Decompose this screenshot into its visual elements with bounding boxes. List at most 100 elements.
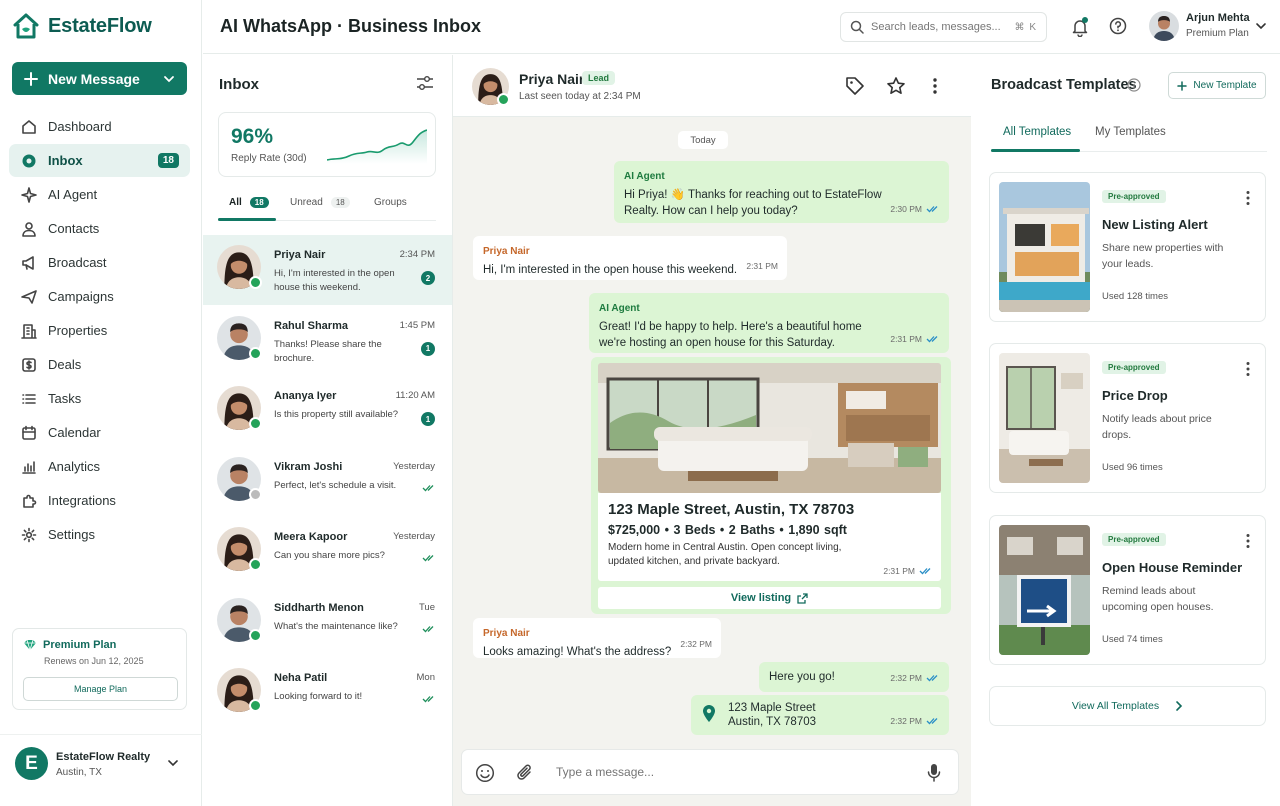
message-meta: 2:30 PM <box>890 201 940 217</box>
message-bubble-incoming[interactable]: Priya Nair Looks amazing! What's the add… <box>473 618 721 658</box>
inbox-icon <box>22 154 36 167</box>
listing-card[interactable]: 123 Maple Street, Austin, TX 78703 $725,… <box>591 357 951 614</box>
last-seen: Last seen today at 2:34 PM <box>519 91 641 102</box>
message-time: 2:31 PM <box>746 261 778 271</box>
sidebar-item-inbox[interactable]: Inbox 18 <box>9 144 190 177</box>
chevron-down-icon[interactable] <box>163 73 175 85</box>
sidebar-item-calendar[interactable]: Calendar <box>9 416 190 449</box>
template-thumbnail <box>999 353 1090 483</box>
double-check-icon <box>926 675 938 682</box>
brand-logo[interactable]: EstateFlow <box>12 12 152 40</box>
conversation-item[interactable]: Vikram Joshi Yesterday Perfect, let's sche… <box>203 447 452 517</box>
tab-label: Unread <box>290 197 323 208</box>
whatsapp-status-icon <box>249 276 262 289</box>
sidebar-item-label: Properties <box>48 323 108 338</box>
reply-rate-value: 96% <box>231 125 274 148</box>
tab-groups[interactable]: Groups <box>374 197 407 208</box>
sidebar-item-analytics[interactable]: Analytics <box>9 450 190 483</box>
sidebar-item-label: Deals <box>48 357 82 372</box>
sidebar-item-ai-agent[interactable]: AI Agent <box>9 178 190 211</box>
message-bubble-outgoing[interactable]: Here you go! 2:32 PM <box>759 662 949 692</box>
contact-name: Ananya Iyer <box>274 390 337 402</box>
tab-all[interactable]: All 18 <box>229 197 269 208</box>
sidebar-item-tasks[interactable]: Tasks <box>9 382 190 415</box>
message-time: Yesterday <box>393 460 435 472</box>
sidebar-item-dashboard[interactable]: Dashboard <box>9 110 190 143</box>
paperclip-icon[interactable] <box>516 763 534 783</box>
account-switcher[interactable]: E EstateFlow Realty Austin, TX <box>0 734 202 806</box>
message-input[interactable] <box>556 760 896 784</box>
listing-price-specs: $725,000 • 3 Beds • 2 Baths • 1,890 sqft <box>608 523 847 537</box>
template-description: Share new properties with your leads. <box>1102 242 1224 270</box>
location-address: 123 Maple Street Austin, TX 78703 <box>728 701 816 729</box>
message-time: 2:34 PM <box>399 249 435 260</box>
sidebar-item-broadcast[interactable]: Broadcast <box>9 246 190 279</box>
message-time: Mon <box>416 672 435 683</box>
bell-icon[interactable] <box>1071 17 1089 37</box>
tab-label: All <box>229 197 242 208</box>
star-icon[interactable] <box>886 76 906 96</box>
emoji-icon[interactable] <box>475 763 495 783</box>
tab-all-templates[interactable]: All Templates <box>1003 126 1071 138</box>
pre-approved-badge: Pre-approved <box>1102 190 1166 203</box>
gear-icon <box>21 527 37 542</box>
reply-rate-label: Reply Rate (30d) <box>231 153 307 164</box>
bar-chart-icon <box>22 460 36 474</box>
help-icon[interactable] <box>1109 17 1127 35</box>
sidebar-item-properties[interactable]: Properties <box>9 314 190 347</box>
template-card[interactable]: Pre-approved Price Drop Notify leads abo… <box>989 343 1266 493</box>
conversation-item[interactable]: Meera Kapoor Yesterday Can you share more … <box>203 517 452 587</box>
sidebar-item-contacts[interactable]: Contacts <box>9 212 190 245</box>
message-text: Hi Priya! 👋 Thanks for reaching out to E… <box>624 189 882 217</box>
sidebar-item-campaigns[interactable]: Campaigns <box>9 280 190 313</box>
sidebar-item-integrations[interactable]: Integrations <box>9 484 190 517</box>
conversation-item[interactable]: Rahul Sharma 1:45 PM Thanks! Please share … <box>203 306 452 376</box>
more-vertical-icon[interactable] <box>932 76 938 96</box>
search-shortcut: ⌘ K <box>1014 21 1037 33</box>
more-vertical-icon[interactable] <box>1245 190 1251 206</box>
manage-plan-button[interactable]: Manage Plan <box>23 677 178 701</box>
calendar-icon <box>22 425 36 440</box>
view-listing-link[interactable]: View listing <box>598 587 941 609</box>
more-vertical-icon[interactable] <box>1245 533 1251 549</box>
conversation-item[interactable]: Ananya Iyer 11:20 AM Is this property stil… <box>203 376 452 446</box>
microphone-icon[interactable] <box>927 763 941 783</box>
conversation-item[interactable]: Siddharth Menon Tue What's the maintenance… <box>203 588 452 658</box>
template-usage: Used 128 times <box>1102 291 1169 302</box>
reply-rate-card: 96% Reply Rate (30d) <box>218 112 436 177</box>
user-avatar[interactable] <box>1149 11 1179 41</box>
whatsapp-status-icon <box>249 487 262 501</box>
new-message-button[interactable]: New Message <box>12 62 187 95</box>
template-card[interactable]: Pre-approved New Listing Alert Share new… <box>989 172 1266 322</box>
message-bubble-incoming[interactable]: Priya Nair Hi, I'm interested in the ope… <box>473 236 787 280</box>
search-input[interactable]: Search leads, messages... <box>871 21 1001 33</box>
sidebar-item-deals[interactable]: Deals <box>9 348 190 381</box>
conversation-item[interactable]: Priya Nair 2:34 PM Hi, I'm interested in t… <box>203 235 452 305</box>
new-template-button[interactable]: New Template <box>1168 72 1266 99</box>
view-all-templates-button[interactable]: View All Templates <box>989 686 1266 726</box>
conversation-item[interactable]: Neha Patil Mon Looking forward to it! <box>203 658 452 728</box>
more-vertical-icon[interactable] <box>1245 361 1251 377</box>
template-name: Open House Reminder <box>1102 560 1243 575</box>
message-composer <box>461 749 959 795</box>
filter-sliders-icon[interactable] <box>416 75 434 91</box>
double-check-icon <box>919 568 931 575</box>
template-description: Remind leads about upcoming open houses. <box>1102 585 1214 613</box>
listing-address: 123 Maple Street, Austin, TX 78703 <box>608 501 855 518</box>
template-card[interactable]: Pre-approved Open House Reminder Remind … <box>989 515 1266 665</box>
tag-icon[interactable] <box>845 76 865 96</box>
tab-unread[interactable]: Unread 18 <box>290 197 350 208</box>
chevron-down-icon[interactable] <box>167 757 179 769</box>
message-sender: Priya Nair <box>483 628 530 639</box>
sidebar-item-settings[interactable]: Settings <box>9 518 190 551</box>
tab-my-templates[interactable]: My Templates <box>1095 126 1166 138</box>
sidebar-item-label: Settings <box>48 527 95 542</box>
search-box[interactable]: Search leads, messages... ⌘ K <box>840 12 1047 42</box>
message-bubble-outgoing[interactable]: AI Agent Hi Priya! 👋 Thanks for reaching… <box>614 161 949 223</box>
info-icon[interactable] <box>1127 78 1141 92</box>
location-message[interactable]: 123 Maple Street Austin, TX 78703 2:32 P… <box>691 695 949 735</box>
chevron-down-icon[interactable] <box>1255 20 1267 32</box>
message-bubble-outgoing[interactable]: AI Agent Great! I'd be happy to help. He… <box>589 293 949 353</box>
template-name: Price Drop <box>1102 388 1168 403</box>
message-time: 2:32 PM <box>680 639 712 649</box>
